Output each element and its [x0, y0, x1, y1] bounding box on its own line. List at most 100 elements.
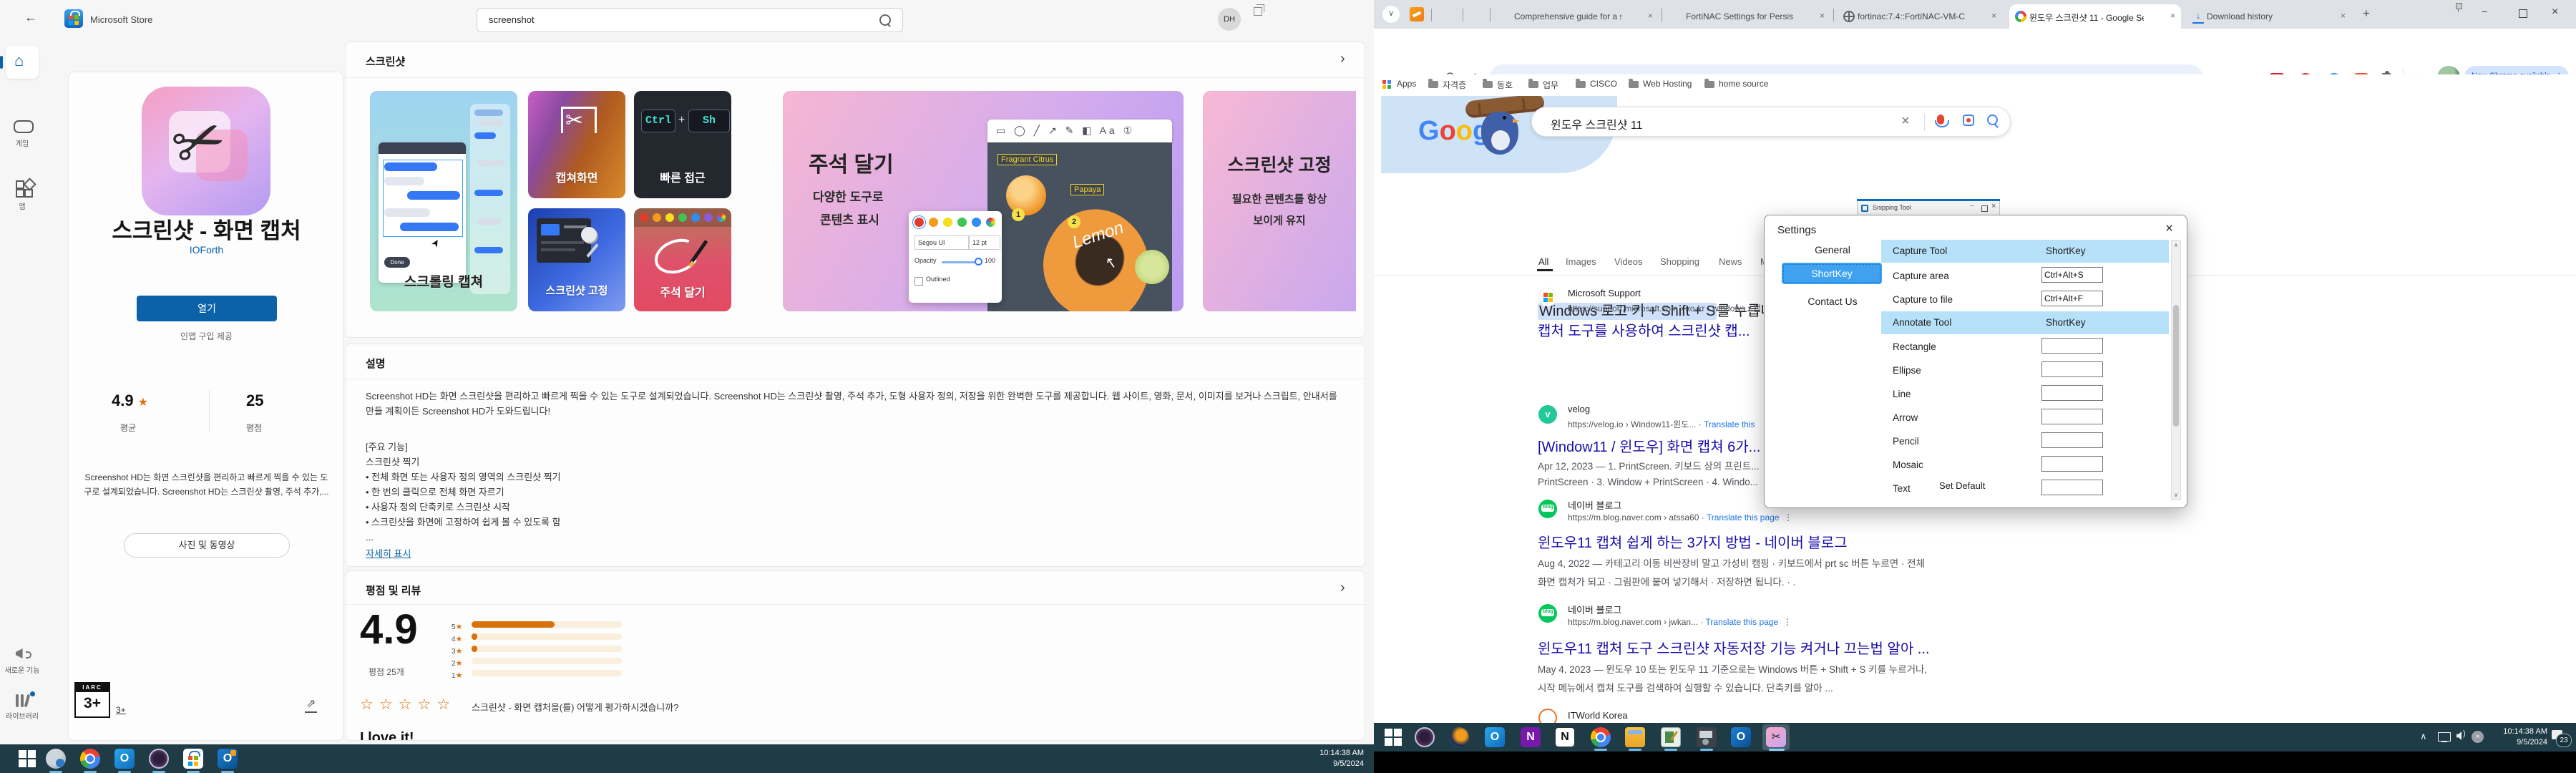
shortkey-input-capture-file[interactable]	[2041, 291, 2103, 306]
gnav-news[interactable]: News	[1719, 256, 1742, 267]
snip-minimize-icon[interactable]: −	[1970, 203, 1974, 210]
minimize-window-icon[interactable]: −	[2482, 6, 2487, 17]
gnav-all[interactable]: All	[1538, 256, 1548, 267]
result-title-link[interactable]: 윈도우11 캡쳐 쉽게 하는 3가지 방법 - 네이버 블로그	[1538, 531, 1848, 552]
translate-link[interactable]: Translate this	[1704, 419, 1755, 429]
tray-chevron-up-icon[interactable]: ∧	[2420, 731, 2427, 742]
clear-icon[interactable]: ×	[1901, 113, 1910, 130]
screenshot-tile-scrolling-capture[interactable]: Done ➤ 스크롤링 캡쳐	[370, 91, 517, 311]
translate-link[interactable]: Translate this page	[1707, 512, 1780, 522]
tray-volume-icon[interactable]	[2457, 731, 2462, 740]
bookmark-apps[interactable]: Apps	[1397, 79, 1416, 89]
font-select[interactable]: Segou UI	[914, 235, 969, 250]
result-title-link[interactable]: 윈도우11 캡처 도구 스크린샷 자동저장 기능 켜거나 끄는법 알아 ...	[1538, 637, 1929, 658]
taskbar-outlook-icon[interactable]: O	[114, 749, 135, 769]
screenshot-tile-pin-large[interactable]: 스크린샷 고정 필요한 콘텐츠를 항상 보이게 유지	[1203, 91, 1356, 311]
tab-google-search-active[interactable]: 윈도우 스크린샷 11 - Google Se ×	[2009, 4, 2181, 29]
shortkey-input-rectangle[interactable]	[2041, 338, 2103, 354]
tab-close-icon[interactable]: ×	[2170, 11, 2175, 21]
tab-download-history[interactable]: ↓ Download history ×	[2187, 4, 2351, 29]
taskbar-notion-icon[interactable]: N	[1555, 727, 1575, 747]
screenshot-tile-pin[interactable]: 스크린샷 고정	[528, 208, 625, 311]
taskbar-camera-app-icon[interactable]	[149, 749, 169, 769]
open-button[interactable]: 열기	[137, 296, 277, 321]
result-title-link[interactable]: [Window11 / 윈도우] 화면 캡쳐 6가...	[1538, 435, 1760, 456]
sidebar-item-apps[interactable]: 앱	[0, 178, 44, 219]
taskbar-clock-right[interactable]: 10:14:38 AM9/5/2024	[2490, 726, 2547, 748]
tray-status-icon[interactable]: ×	[2472, 731, 2484, 743]
result-brand[interactable]: Microsoft Support	[1568, 288, 1641, 298]
tab-search-button[interactable]: ∨	[1382, 6, 1400, 23]
tab-close-icon[interactable]: ×	[2341, 11, 2346, 21]
taskbar-money-app-icon[interactable]	[1449, 727, 1469, 747]
result-title-link[interactable]: 캡처 도구를 사용하여 스크린샷 캡...	[1538, 319, 1750, 340]
bookmark-folder-cisco[interactable]: CISCO	[1590, 79, 1617, 89]
chevron-right-icon[interactable]: ›	[1340, 580, 1345, 596]
lens-icon[interactable]	[1963, 115, 1974, 126]
snipping-tool-window[interactable]: Snipping Tool − ×	[1857, 199, 2000, 216]
taskbar-outlook-icon[interactable]: O	[1485, 727, 1505, 747]
sidebar-item-library[interactable]: 라이브러리	[0, 690, 44, 733]
tab-fortinac-vm[interactable]: fortinac:7.4::FortiNAC-VM-CA ×	[1838, 4, 2002, 29]
dialog-nav-shortkey-selected[interactable]: ShortKey	[1782, 263, 1882, 284]
pinned-tab-solarwinds-icon[interactable]	[1410, 7, 1424, 21]
dialog-nav-contact[interactable]: Contact Us	[1793, 296, 1872, 307]
mic-icon[interactable]	[1937, 115, 1944, 125]
maximize-window-icon[interactable]	[2519, 9, 2527, 18]
result-menu-icon[interactable]: ⋮	[1784, 512, 1792, 522]
shortkey-input-capture-area[interactable]	[2041, 267, 2103, 283]
taskbar-clock-left[interactable]: 10:14:38 AM9/5/2024	[1319, 748, 1364, 769]
result-url[interactable]: https://m.blog.naver.com › atssa60 · Tra…	[1568, 512, 1792, 522]
snip-maximize-icon[interactable]	[1981, 205, 1988, 212]
set-default-button[interactable]: Set Default	[1939, 480, 1985, 491]
close-window-icon[interactable]: ×	[2552, 6, 2558, 19]
sidebar-item-gaming[interactable]: 게임	[0, 116, 44, 157]
shortkey-input-mosaic[interactable]	[2041, 456, 2103, 472]
result-brand[interactable]: 네이버 블로그	[1568, 498, 1621, 512]
outlined-checkbox[interactable]	[914, 277, 923, 286]
taskbar-camera-app-icon[interactable]	[1415, 727, 1435, 747]
bookmark-folder-1[interactable]: 자격증	[1443, 79, 1466, 91]
tab-close-icon[interactable]: ×	[1648, 11, 1653, 21]
start-button[interactable]	[19, 750, 36, 767]
scrollbar-thumb[interactable]	[2173, 305, 2179, 427]
dialog-nav-general[interactable]: General	[1793, 244, 1872, 256]
result-brand[interactable]: 네이버 블로그	[1568, 603, 1621, 616]
avatar[interactable]: DH	[1218, 8, 1241, 31]
tab-comprehensive-guide[interactable]: Comprehensive guide for a sim ×	[1494, 4, 1659, 29]
dialog-scrollbar[interactable]: ∧ ∨	[2171, 240, 2181, 500]
pin-window-icon[interactable]	[2456, 3, 2462, 9]
google-search-box[interactable]: 윈도우 스크린샷 11 ×	[1531, 107, 2011, 137]
gnav-images[interactable]: Images	[1566, 256, 1596, 267]
store-search-value[interactable]: screenshot	[489, 14, 535, 25]
photos-videos-button[interactable]: 사진 및 동영상	[124, 533, 290, 558]
screenshot-tile-quick-access[interactable]: Ctrl + Sh 빠른 접근	[634, 91, 731, 198]
sidebar-item-home[interactable]: ⌂	[6, 46, 39, 79]
screenshot-tile-annotate-large[interactable]: 주석 달기 다양한 도구로 콘텐츠 표시 ▭ ◯ ╱ ↗ ✎ ◧ Aa ① Fr…	[783, 91, 1184, 311]
chevron-right-icon[interactable]: ›	[1340, 51, 1345, 67]
gnav-videos[interactable]: Videos	[1614, 256, 1643, 267]
result-brand[interactable]: velog	[1568, 404, 1590, 414]
result-url[interactable]: https://m.blog.naver.com › jwkan... · Tr…	[1568, 617, 1792, 627]
bookmark-folder-homesource[interactable]: home source	[1719, 79, 1768, 89]
dialog-close-icon[interactable]: ×	[2165, 221, 2173, 237]
new-tab-button[interactable]: +	[2363, 6, 2370, 21]
google-query[interactable]: 윈도우 스크린샷 11	[1551, 115, 1643, 132]
taskbar-app-network-icon[interactable]	[46, 749, 66, 769]
taskbar-outlook-classic-icon[interactable]: O	[1731, 727, 1751, 747]
show-more-link[interactable]: 자세히 표시	[366, 546, 411, 560]
start-button[interactable]	[1385, 729, 1402, 746]
taskbar-chrome-icon[interactable]	[1591, 727, 1611, 747]
notification-count-badge[interactable]: 23	[2556, 734, 2572, 747]
taskbar-chrome-icon[interactable]	[80, 749, 100, 769]
store-search-input[interactable]: screenshot	[477, 8, 903, 32]
bookmark-folder-2[interactable]: 동호	[1497, 79, 1513, 91]
back-icon[interactable]: ←	[24, 10, 37, 25]
taskbar-screenshot-app-active[interactable]: ✂	[1762, 724, 1790, 750]
taskbar-store-icon[interactable]	[183, 749, 203, 769]
rate-stars[interactable]: ☆☆☆☆☆	[360, 696, 456, 714]
shortkey-input-pencil[interactable]	[2041, 432, 2103, 448]
snip-close-icon[interactable]: ×	[1991, 202, 1996, 210]
bookmark-folder-3[interactable]: 업무	[1543, 79, 1558, 91]
tray-network-icon[interactable]	[2438, 732, 2451, 742]
